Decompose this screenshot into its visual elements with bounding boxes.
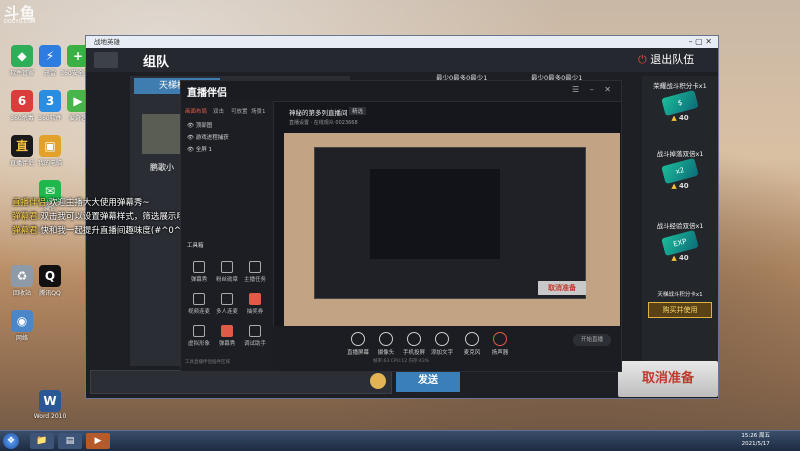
- tab-double[interactable]: 双击: [213, 107, 224, 115]
- taskbar-app-2[interactable]: ▶: [86, 433, 110, 449]
- cancel-ready-button[interactable]: 取消准备: [618, 361, 718, 397]
- buy-and-use-button[interactable]: 购买并使用: [648, 302, 712, 318]
- stream-controls: 直播屏幕 摄像头 手机投屏 添加文字 麦克风 扬声器 开始直播 帧率:63 CP…: [273, 326, 621, 371]
- desktop-icon-computer[interactable]: ▣ 我的电脑: [28, 135, 72, 167]
- desktop-icon-network[interactable]: ◉ 网络: [0, 310, 44, 342]
- app-icon: ▣: [39, 135, 61, 157]
- nested-streamer-window: [370, 169, 500, 259]
- system-clock[interactable]: 15:26 周五 2021/5/17: [741, 432, 770, 448]
- player-tank-image: [142, 114, 182, 154]
- reward-card: EXP: [661, 229, 699, 257]
- add-text-button[interactable]: 添加文字: [429, 332, 455, 356]
- taskbar: ❖ 📁 ▤ ▶ 15:26 周五 2021/5/17: [0, 430, 800, 451]
- window-controls[interactable]: – ▢ ✕: [689, 36, 712, 48]
- tool-lottery[interactable]: 抽奖券: [241, 293, 269, 315]
- scene-item[interactable]: 👁 顶部图: [187, 121, 212, 129]
- app-icon: Q: [39, 265, 61, 287]
- reward-item: 荣耀战斗积分卡x1 $ ▲ 40: [653, 82, 707, 122]
- phone-cast-button[interactable]: 手机投屏: [401, 332, 427, 356]
- send-button[interactable]: 发送: [396, 370, 460, 392]
- page-title: 组队: [143, 55, 170, 70]
- stream-preview: 取消准备: [284, 133, 620, 349]
- back-icon[interactable]: [94, 52, 118, 68]
- scene-item[interactable]: 👁 全屏 1: [187, 145, 212, 153]
- microphone-button[interactable]: 麦克风: [459, 332, 485, 356]
- desktop-icon-qq[interactable]: Q 腾讯QQ: [28, 265, 72, 297]
- tool-video-link[interactable]: 视频连麦: [185, 293, 213, 315]
- taskbar-explorer[interactable]: 📁: [30, 433, 54, 449]
- desktop-icon-word[interactable]: W Word 2010: [28, 390, 72, 420]
- app-icon: W: [39, 390, 61, 412]
- tool-fans[interactable]: 粉丝勋章: [213, 261, 241, 283]
- stream-title: 神秘的第多列直播间: [289, 109, 348, 117]
- player-name: 鹏歌小: [150, 163, 174, 172]
- tool-avatar[interactable]: 虚拟形象: [185, 325, 213, 347]
- watermark-url: DOUYU.COM: [4, 19, 36, 25]
- streamer-window-controls[interactable]: ☰ – ✕: [572, 85, 615, 94]
- scene-item[interactable]: 👁 游戏进程捕获: [187, 133, 229, 141]
- app-icon: ◉: [11, 310, 33, 332]
- camera-button[interactable]: 摄像头: [373, 332, 399, 356]
- plugin-hint: 工具直播伴侣插件区域: [185, 360, 230, 365]
- start-button[interactable]: ❖: [3, 433, 19, 449]
- tool-danmu[interactable]: 弹幕秀: [185, 261, 213, 283]
- tool-helper[interactable]: 调试助手: [241, 325, 269, 347]
- game-header: 组队 ⏻ 退出队伍: [86, 48, 718, 72]
- footer-stats: 帧率:63 CPU:12 内存:43%: [373, 359, 430, 364]
- taskbar-app[interactable]: ▤: [58, 433, 82, 449]
- streamer-app-window: 直播伴侣 ☰ – ✕ 画面布局 双击 可放置 场景1 👁 顶部图 👁 游戏进程捕…: [180, 80, 622, 372]
- game-window-title: 战地英雄: [94, 38, 120, 46]
- tool-multi-link[interactable]: 多人连麦: [213, 293, 241, 315]
- skill-card-title: 天梯战斗积分卡x1: [657, 292, 703, 298]
- stream-meta: 直播设置 · 在线观众 0023668: [289, 120, 358, 126]
- reward-panel: 荣耀战斗积分卡x1 $ ▲ 40 战斗掉落双倍x1 x2 ▲ 40 战斗经验双倍…: [642, 76, 718, 366]
- danmu-line: 弹幕君:快和我一起提升直播间趣味度(#^0^#): [12, 226, 192, 236]
- reward-card: $: [661, 89, 699, 117]
- danmu-line: 弹幕君:双击我可以设置弹幕样式，筛选展示哦~: [12, 212, 192, 222]
- game-titlebar: 战地英雄 – ▢ ✕: [86, 36, 718, 48]
- tab-scene-layout[interactable]: 画面布局: [185, 107, 207, 115]
- power-icon: ⏻: [638, 53, 647, 66]
- streamer-logo: 直播伴侣: [187, 88, 227, 99]
- stream-badge[interactable]: 精选: [349, 107, 367, 115]
- reward-item: 战斗掉落双倍x1 x2 ▲ 40: [656, 150, 704, 190]
- screen-capture-button[interactable]: 直播屏幕: [345, 332, 371, 356]
- speaker-button[interactable]: 扬声器: [487, 332, 513, 356]
- toolbox-header: 工具箱: [187, 243, 204, 249]
- preview-cancel-ready: 取消准备: [538, 281, 586, 295]
- tool-task[interactable]: 主播任务: [241, 261, 269, 283]
- leave-team-button[interactable]: ⏻ 退出队伍: [638, 51, 694, 67]
- streamer-topbar: 直播伴侣 ☰ – ✕: [181, 81, 621, 102]
- tab-scene-1[interactable]: 场景1: [251, 107, 266, 115]
- reward-item: 战斗经验双倍x1 EXP ▲ 40: [656, 222, 704, 262]
- tool-danmu-show[interactable]: 弹幕秀: [213, 325, 241, 347]
- chat-input[interactable]: [90, 370, 392, 394]
- tab-placeable[interactable]: 可放置: [231, 107, 248, 115]
- scene-panel: 画面布局 双击 可放置 场景1 👁 顶部图 👁 游戏进程捕获 👁 全屏 1 工具…: [181, 101, 274, 371]
- reward-card: x2: [661, 157, 699, 185]
- emoji-icon[interactable]: [370, 373, 386, 389]
- start-live-button[interactable]: 开始直播: [573, 334, 611, 346]
- danmu-line: 直播伴侣:欢迎主播大大使用弹幕秀~: [12, 198, 150, 208]
